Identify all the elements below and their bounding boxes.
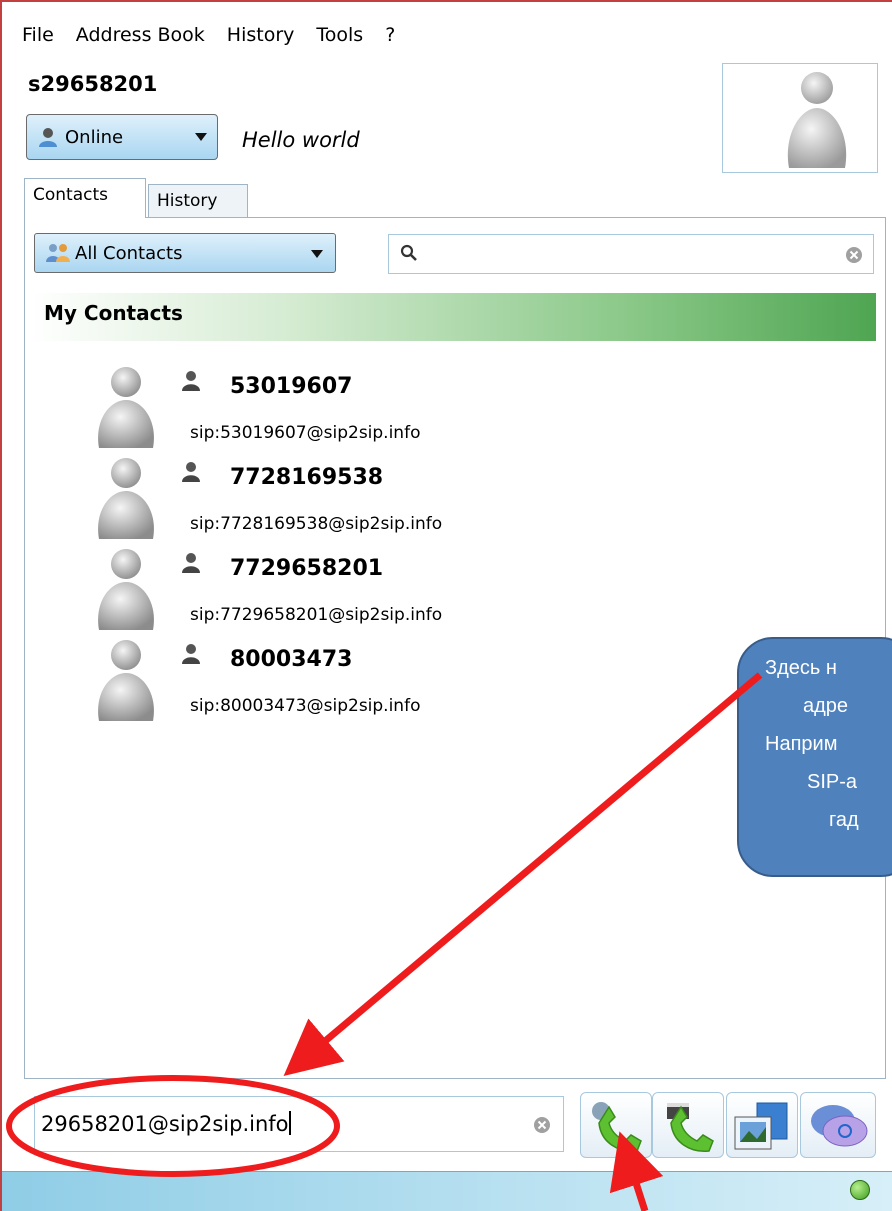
clear-icon[interactable]	[845, 246, 863, 264]
mood-message[interactable]: Hello world	[242, 128, 360, 152]
contact-avatar-icon	[98, 549, 154, 630]
menu-history[interactable]: History	[227, 24, 295, 56]
callout-line: адре	[803, 695, 849, 717]
contact-search-input[interactable]	[388, 234, 874, 274]
video-call-icon	[667, 1103, 714, 1152]
group-icon	[46, 244, 70, 262]
file-transfer-button[interactable]	[726, 1092, 798, 1158]
contact-name: 7728169538	[230, 465, 384, 490]
address-value: 29658201@sip2sip.info	[41, 1112, 289, 1136]
voice-call-icon	[592, 1102, 642, 1152]
tab-contacts[interactable]: Contacts	[24, 178, 146, 218]
chevron-down-icon	[311, 250, 323, 258]
status-dropdown[interactable]: Online	[26, 114, 218, 160]
tab-history[interactable]: History	[148, 184, 248, 220]
list-item[interactable]: 7729658201 sip:7729658201@sip2sip.info	[30, 544, 876, 635]
chat-icon	[811, 1105, 868, 1147]
contact-sip: sip:7728169538@sip2sip.info	[190, 514, 443, 534]
group-label: All Contacts	[75, 242, 183, 264]
text-caret	[288, 1111, 291, 1135]
contact-sip: sip:80003473@sip2sip.info	[190, 696, 421, 716]
connection-status-icon	[850, 1180, 870, 1200]
contact-group-dropdown[interactable]: All Contacts	[34, 233, 336, 273]
callout-line: гад	[829, 809, 859, 831]
contact-name: 7729658201	[230, 556, 384, 581]
account-username: s29658201	[28, 72, 158, 96]
video-call-button[interactable]	[652, 1092, 724, 1158]
contact-sip: sip:7729658201@sip2sip.info	[190, 605, 443, 625]
menu-help[interactable]: ?	[385, 24, 395, 56]
contact-avatar-icon	[98, 640, 154, 721]
contact-avatar-icon	[98, 367, 154, 448]
voice-call-button[interactable]	[580, 1092, 652, 1158]
list-item[interactable]: 53019607 sip:53019607@sip2sip.info	[30, 362, 876, 453]
menu-bar: File Address Book History Tools ?	[22, 24, 417, 56]
contact-name: 80003473	[230, 647, 353, 672]
contact-sip: sip:53019607@sip2sip.info	[190, 423, 421, 443]
status-label: Online	[65, 126, 124, 148]
callout-line: Здесь н	[765, 657, 837, 679]
callout-line: SIP-а	[807, 771, 858, 793]
contact-name: 53019607	[230, 374, 353, 399]
address-input[interactable]: 29658201@sip2sip.info	[34, 1096, 564, 1152]
contact-avatar-icon	[98, 458, 154, 539]
clear-icon[interactable]	[533, 1116, 551, 1134]
file-transfer-icon	[734, 1102, 788, 1150]
presence-icon	[182, 462, 200, 482]
group-header-my-contacts[interactable]: My Contacts	[30, 293, 876, 341]
list-item[interactable]: 7728169538 sip:7728169538@sip2sip.info	[30, 453, 876, 544]
avatar-icon	[787, 72, 847, 168]
person-status-icon	[39, 128, 57, 147]
search-icon	[400, 244, 417, 261]
menu-tools[interactable]: Tools	[316, 24, 363, 56]
callout-line: Наприм	[765, 733, 838, 755]
my-avatar[interactable]	[722, 63, 878, 173]
annotation-callout: Здесь н адре Наприм SIP-а гад	[737, 637, 892, 877]
presence-icon	[182, 371, 200, 391]
presence-icon	[182, 644, 200, 664]
menu-address-book[interactable]: Address Book	[76, 24, 205, 56]
status-bar	[2, 1171, 892, 1211]
presence-icon	[182, 553, 200, 573]
chat-button[interactable]	[800, 1092, 876, 1158]
chevron-down-icon	[195, 133, 207, 141]
menu-file[interactable]: File	[22, 24, 54, 56]
